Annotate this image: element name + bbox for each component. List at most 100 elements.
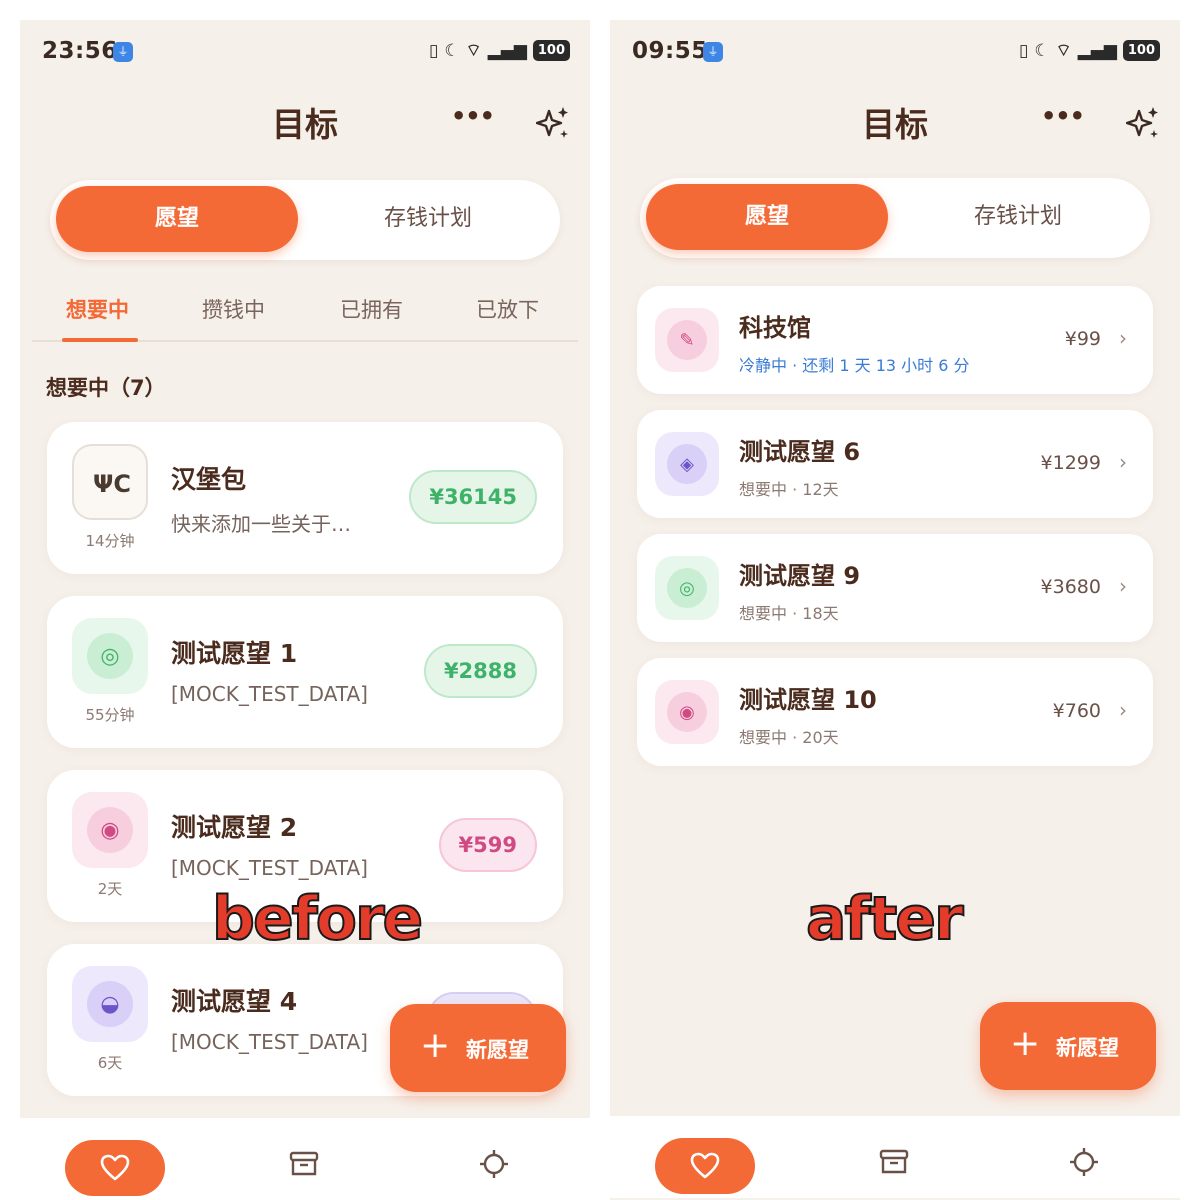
tab-wanting[interactable]: 想要中 [66, 294, 129, 324]
wish-age: 14分钟 [85, 532, 135, 550]
category-icon-box: ◈ [655, 432, 719, 496]
more-button[interactable]: ••• [451, 102, 495, 130]
wish-card[interactable]: ◎ 55分钟 测试愿望 1 [MOCK_TEST_DATA] ¥2888 [47, 596, 563, 748]
plus-icon: + [1010, 1023, 1041, 1064]
archive-icon[interactable] [878, 1146, 910, 1178]
wish-name: 测试愿望 9 [739, 562, 861, 590]
wish-price: ¥2888 [423, 644, 537, 698]
status-icons: ▯ ☾ ⌔ ▂▄▆ 100 [1019, 40, 1160, 61]
wish-card[interactable]: ◈ 测试愿望 6 想要中 · 12天 ¥1299 › [637, 410, 1153, 518]
plus-icon: + [420, 1025, 451, 1066]
wish-status: 想要中 · 18天 [739, 604, 839, 623]
wish-price: ¥3680 [1040, 576, 1101, 598]
wish-price: ¥1299 [1040, 452, 1101, 474]
tab-saving[interactable]: 攒钱中 [202, 294, 265, 324]
wish-price: ¥599 [438, 818, 537, 872]
wish-card[interactable]: ◉ 测试愿望 10 想要中 · 20天 ¥760 › [637, 658, 1153, 766]
page-title: 目标 [272, 105, 338, 144]
category-icon-box: ◉ [655, 680, 719, 744]
category-icon-box: ✎ [655, 308, 719, 372]
category-icon-box: ΨС [72, 444, 148, 520]
wish-name: 测试愿望 4 [171, 987, 298, 1016]
segment-wishes[interactable]: 愿望 [646, 184, 888, 250]
heart-icon [690, 1152, 720, 1179]
new-wish-label: 新愿望 [466, 1038, 529, 1062]
wish-desc: [MOCK_TEST_DATA] [171, 856, 368, 880]
header: 目标 ••• [20, 92, 590, 148]
tab-let-go[interactable]: 已放下 [476, 294, 539, 324]
new-wish-button[interactable]: + 新愿望 [980, 1002, 1156, 1090]
wish-age: 6天 [97, 1054, 123, 1072]
wish-name: 测试愿望 1 [171, 639, 298, 668]
wish-age: 2天 [97, 880, 123, 898]
wifi-icon: ⌔ [465, 41, 482, 61]
microphone-icon: ✎ [667, 320, 707, 360]
battery-icon: 100 [532, 40, 570, 61]
moon-icon: ☾ [1034, 40, 1050, 61]
chevron-right-icon: › [1119, 326, 1127, 350]
usb-icon: ⏚ [113, 42, 133, 62]
bottom-nav [610, 1116, 1180, 1198]
status-bar: 23:56 ⏚ ▯ ☾ ⌔ ▂▄▆ 100 [20, 38, 590, 68]
nav-wishes[interactable] [65, 1140, 165, 1196]
segment-control: 愿望 存钱计划 [640, 178, 1150, 258]
wish-desc: 快来添加一些关于… [171, 512, 351, 536]
bottom-nav [20, 1118, 590, 1200]
before-screen: 23:56 ⏚ ▯ ☾ ⌔ ▂▄▆ 100 目标 ••• 愿望 存钱计划 想要中… [20, 20, 590, 1200]
wish-status: 想要中 · 12天 [739, 480, 839, 499]
status-bar: 09:55 ⏚ ▯ ☾ ⌔ ▂▄▆ 100 [610, 38, 1180, 68]
heart-icon [100, 1154, 130, 1181]
leaf-icon: ◎ [87, 633, 133, 679]
after-screen: 09:55 ⏚ ▯ ☾ ⌔ ▂▄▆ 100 目标 ••• 愿望 存钱计划 ✎ 科… [610, 20, 1180, 1200]
swirl-icon: ◉ [667, 692, 707, 732]
wish-name: 测试愿望 10 [739, 686, 877, 714]
status-icons: ▯ ☾ ⌔ ▂▄▆ 100 [429, 40, 570, 61]
tab-owned[interactable]: 已拥有 [340, 294, 403, 324]
wifi-icon: ⌔ [1055, 41, 1072, 61]
wish-price: ¥760 [1052, 700, 1101, 722]
status-time: 09:55 [632, 38, 708, 64]
sparkle-icon[interactable] [1126, 106, 1160, 140]
signal-icon: ▂▄▆ [487, 40, 527, 61]
wish-status: 冷静中 · 还剩 1 天 13 小时 6 分 [739, 356, 970, 375]
wish-price: ¥99 [1064, 328, 1101, 350]
settings-icon[interactable] [478, 1148, 510, 1180]
battery-icon: 100 [1122, 40, 1160, 61]
new-wish-button[interactable]: + 新愿望 [390, 1004, 566, 1092]
wish-card[interactable]: ◎ 测试愿望 9 想要中 · 18天 ¥3680 › [637, 534, 1153, 642]
chevron-right-icon: › [1119, 574, 1127, 598]
header: 目标 ••• [610, 92, 1180, 148]
moon-icon: ☾ [444, 40, 460, 61]
segment-savings-plan[interactable]: 存钱计划 [302, 186, 554, 252]
wish-desc: [MOCK_TEST_DATA] [171, 682, 368, 706]
wish-price: ¥36145 [409, 470, 537, 524]
after-label: after [805, 883, 965, 955]
segment-savings-plan[interactable]: 存钱计划 [892, 184, 1144, 250]
tab-indicator [62, 338, 138, 342]
wish-name: 科技馆 [739, 314, 811, 342]
category-icon-box: ◎ [72, 618, 148, 694]
category-icon-box: ◉ [72, 792, 148, 868]
wish-status: 想要中 · 20天 [739, 728, 839, 747]
wish-name: 测试愿望 2 [171, 813, 298, 842]
segment-wishes[interactable]: 愿望 [56, 186, 298, 252]
new-wish-label: 新愿望 [1056, 1036, 1119, 1060]
sparkle-icon[interactable] [536, 106, 570, 140]
status-time: 23:56 [42, 38, 118, 64]
wish-name: 测试愿望 6 [739, 438, 861, 466]
category-icon-box: ◒ [72, 966, 148, 1042]
leaf-icon: ◎ [667, 568, 707, 608]
page-title: 目标 [862, 105, 928, 144]
chevron-right-icon: › [1119, 698, 1127, 722]
nav-wishes[interactable] [655, 1138, 755, 1194]
chevron-right-icon: › [1119, 450, 1127, 474]
segment-control: 愿望 存钱计划 [50, 180, 560, 260]
section-title: 想要中（7） [46, 376, 166, 400]
settings-icon[interactable] [1068, 1146, 1100, 1178]
wish-card[interactable]: ✎ 科技馆 冷静中 · 还剩 1 天 13 小时 6 分 ¥99 › [637, 286, 1153, 394]
drop-icon: ◒ [87, 981, 133, 1027]
archive-icon[interactable] [288, 1148, 320, 1180]
more-button[interactable]: ••• [1041, 102, 1085, 130]
category-icon-box: ◎ [655, 556, 719, 620]
wish-card[interactable]: ΨС 14分钟 汉堡包 快来添加一些关于… ¥36145 [47, 422, 563, 574]
